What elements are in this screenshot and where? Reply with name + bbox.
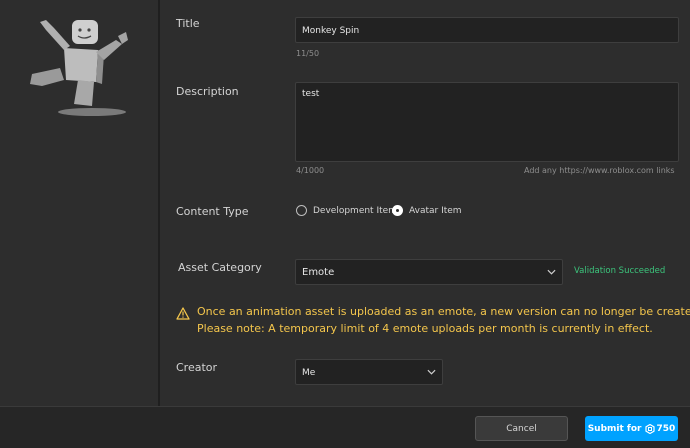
asset-category-value: Emote xyxy=(302,267,335,278)
robux-icon xyxy=(645,423,656,434)
dialog-footer: Cancel Submit for 750 xyxy=(0,406,690,448)
creator-value: Me xyxy=(302,368,316,378)
submit-button[interactable]: Submit for 750 xyxy=(585,416,678,441)
title-label: Title xyxy=(176,17,200,30)
creator-label: Creator xyxy=(176,361,218,374)
description-label: Description xyxy=(176,85,239,98)
submit-price: 750 xyxy=(656,423,676,434)
chevron-down-icon xyxy=(547,269,556,275)
submit-button-label: Submit for xyxy=(587,423,642,434)
radio-avatar-item[interactable] xyxy=(392,205,403,216)
description-char-count: 4/1000 xyxy=(296,166,325,175)
avatar-preview-icon xyxy=(30,20,128,116)
warning-line-1: Once an animation asset is uploaded as a… xyxy=(197,305,690,318)
content-type-label: Content Type xyxy=(176,205,249,218)
radio-development-item-label[interactable]: Development Item xyxy=(313,206,397,216)
chevron-down-icon xyxy=(427,369,436,375)
warning-icon xyxy=(176,307,190,320)
warning-line-2: Please note: A temporary limit of 4 emot… xyxy=(197,322,653,335)
radio-avatar-item-label[interactable]: Avatar Item xyxy=(409,206,462,216)
warning-message: Once an animation asset is uploaded as a… xyxy=(197,304,690,340)
description-links-hint: Add any https://www.roblox.com links xyxy=(524,166,675,175)
validation-status: Validation Succeeded xyxy=(574,266,666,276)
preview-panel xyxy=(0,0,158,406)
title-input-value: Monkey Spin xyxy=(302,26,360,36)
cancel-button-label: Cancel xyxy=(506,423,537,434)
cancel-button[interactable]: Cancel xyxy=(475,416,568,441)
description-textarea[interactable]: test xyxy=(295,82,679,162)
creator-select[interactable]: Me xyxy=(295,359,443,385)
description-textarea-value: test xyxy=(302,89,320,99)
asset-config-form: Title Monkey Spin 11/50 Description test… xyxy=(160,0,690,406)
asset-category-select[interactable]: Emote xyxy=(295,259,563,285)
title-char-count: 11/50 xyxy=(296,49,320,58)
asset-category-label: Asset Category xyxy=(178,261,262,274)
radio-development-item[interactable] xyxy=(296,205,307,216)
title-input[interactable]: Monkey Spin xyxy=(295,17,679,43)
